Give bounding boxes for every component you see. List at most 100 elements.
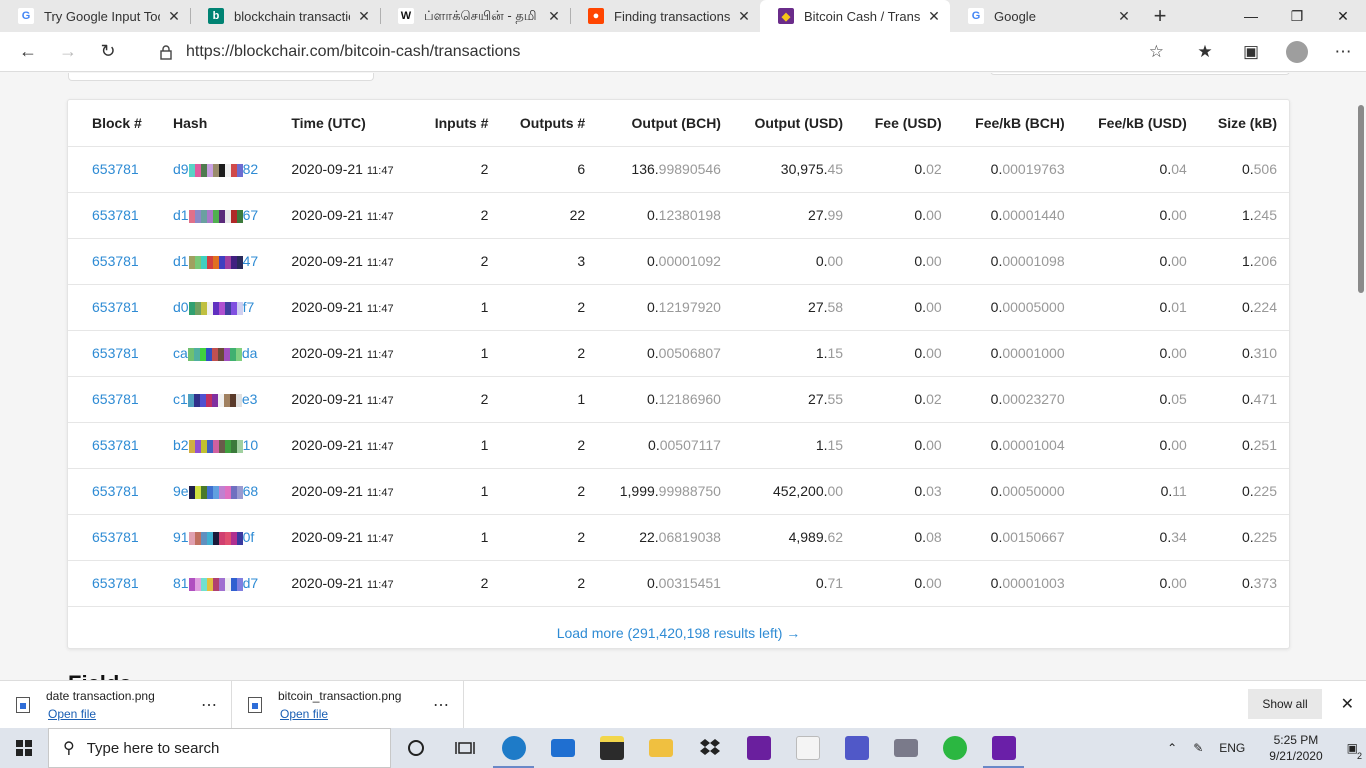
- close-tab-icon[interactable]: ✕: [1116, 8, 1132, 25]
- date-text: 2020-09-21: [291, 253, 363, 269]
- powerapps-icon[interactable]: [734, 728, 783, 768]
- column-header[interactable]: Time (UTC): [279, 100, 417, 147]
- cortana-icon[interactable]: [391, 728, 440, 768]
- camera-icon[interactable]: [881, 728, 930, 768]
- page-content: Block # Hash Time (UTC) Inputs # Outputs # Ou…: [0, 73, 1356, 680]
- minimize-button[interactable]: —: [1228, 0, 1274, 32]
- show-all-downloads-button[interactable]: Show all: [1248, 689, 1322, 719]
- hash-link[interactable]: d0 f7: [173, 299, 254, 315]
- hash-suffix: 0f: [242, 529, 255, 545]
- browser-tab[interactable]: ◆ Bitcoin Cash / Transactio ✕: [760, 0, 950, 32]
- size-cell-decimals: 373: [1253, 575, 1277, 591]
- block-cell: 653781: [68, 468, 162, 515]
- hash-link[interactable]: d1 67: [173, 207, 258, 223]
- date-text: 2020-09-21: [291, 391, 363, 407]
- hash-link[interactable]: b2 10: [173, 437, 258, 453]
- maximize-button[interactable]: ❐: [1274, 0, 1320, 32]
- forward-button[interactable]: →: [48, 32, 88, 72]
- refresh-button[interactable]: ↻: [88, 32, 128, 72]
- dropbox-icon[interactable]: [685, 728, 734, 768]
- hash-link[interactable]: 9e 68: [173, 483, 258, 499]
- file-explorer-icon[interactable]: [636, 728, 685, 768]
- browser-tab[interactable]: G Google ✕: [950, 0, 1140, 32]
- task-view-icon[interactable]: [440, 728, 489, 768]
- hash-link[interactable]: c1 e3: [173, 391, 257, 407]
- purple-app-icon[interactable]: [979, 728, 1028, 768]
- whatsapp-icon[interactable]: [930, 728, 979, 768]
- column-header[interactable]: Size (kB): [1198, 100, 1289, 147]
- show-hidden-icons-icon[interactable]: ⌃: [1159, 741, 1185, 755]
- close-tab-icon[interactable]: ✕: [546, 8, 562, 25]
- close-tab-icon[interactable]: ✕: [356, 8, 372, 25]
- fee-kb-bch-cell: 0.00005000: [953, 284, 1077, 331]
- column-header[interactable]: Block #: [68, 100, 162, 147]
- column-header[interactable]: Outputs #: [500, 100, 598, 147]
- block-link[interactable]: 653781: [92, 161, 139, 177]
- address-bar[interactable]: https://blockchair.com/bitcoin-cash/tran…: [146, 36, 1176, 68]
- date-text: 2020-09-21: [291, 161, 363, 177]
- time-text: 11:47: [366, 395, 394, 407]
- column-header[interactable]: Output (USD): [732, 100, 856, 147]
- block-link[interactable]: 653781: [92, 207, 139, 223]
- column-header[interactable]: Fee/kB (BCH): [953, 100, 1077, 147]
- hash-link[interactable]: d1 47: [173, 253, 258, 269]
- favorites-icon[interactable]: ★: [1182, 42, 1228, 62]
- close-tab-icon[interactable]: ✕: [926, 8, 942, 25]
- browser-tab[interactable]: G Try Google Input Tools ✕: [0, 0, 190, 32]
- clock[interactable]: 5:25 PM 9/21/2020: [1253, 732, 1338, 764]
- block-link[interactable]: 653781: [92, 437, 139, 453]
- block-link[interactable]: 653781: [92, 483, 139, 499]
- pen-icon[interactable]: ✎: [1185, 741, 1211, 755]
- notification-center-icon[interactable]: ▣ 2: [1339, 741, 1366, 761]
- close-tab-icon[interactable]: ✕: [166, 8, 182, 25]
- block-link[interactable]: 653781: [92, 575, 139, 591]
- hash-link[interactable]: ca da: [173, 345, 257, 361]
- favorite-star-icon[interactable]: ☆: [1149, 42, 1164, 62]
- column-header[interactable]: Inputs #: [416, 100, 501, 147]
- teams-icon[interactable]: [832, 728, 881, 768]
- settings-more-icon[interactable]: ⋯: [1320, 42, 1366, 62]
- block-link[interactable]: 653781: [92, 529, 139, 545]
- open-file-link[interactable]: Open file: [48, 707, 155, 721]
- browser-tab[interactable]: W ப்ளாக்செயின் - தமி ✕: [380, 0, 570, 32]
- sticky-notes-icon[interactable]: [587, 728, 636, 768]
- window-controls: — ❐ ✕: [1228, 0, 1366, 32]
- close-window-button[interactable]: ✕: [1320, 0, 1366, 32]
- page-scrollbar[interactable]: [1356, 73, 1366, 680]
- mail-icon[interactable]: [538, 728, 587, 768]
- hash-link[interactable]: 91 0f: [173, 529, 254, 545]
- close-download-bar-icon[interactable]: ✕: [1341, 694, 1354, 714]
- close-tab-icon[interactable]: ✕: [736, 8, 752, 25]
- block-link[interactable]: 653781: [92, 253, 139, 269]
- block-link[interactable]: 653781: [92, 299, 139, 315]
- collections-icon[interactable]: ▣: [1228, 42, 1274, 62]
- block-link[interactable]: 653781: [92, 391, 139, 407]
- column-header[interactable]: Fee (USD): [855, 100, 954, 147]
- block-link[interactable]: 653781: [92, 345, 139, 361]
- table-row: 653781 b2 10 2020-09-21 11:47 1 2 0.00507117 1.…: [68, 422, 1289, 469]
- profile-avatar[interactable]: [1286, 41, 1308, 63]
- download-more-icon[interactable]: ⋯: [201, 695, 217, 715]
- column-header[interactable]: Fee/kB (USD): [1076, 100, 1199, 147]
- new-tab-button[interactable]: +: [1140, 0, 1180, 32]
- back-button[interactable]: ←: [8, 32, 48, 72]
- edge-browser-icon[interactable]: [489, 728, 538, 768]
- scrollbar-thumb[interactable]: [1358, 105, 1364, 293]
- hash-link[interactable]: d9 82: [173, 161, 258, 177]
- output-bch-cell: 0.00507117: [597, 422, 733, 469]
- start-button[interactable]: [0, 728, 48, 768]
- browser-tab[interactable]: b blockchain transaction ✕: [190, 0, 380, 32]
- download-more-icon[interactable]: ⋯: [433, 695, 449, 715]
- table-header-row: Block # Hash Time (UTC) Inputs # Outputs # Ou…: [68, 100, 1289, 147]
- taskbar-search-box[interactable]: ⚲ Type here to search: [48, 728, 391, 768]
- fee-usd-cell: 0.08: [855, 514, 954, 561]
- column-header[interactable]: Output (BCH): [597, 100, 733, 147]
- column-header[interactable]: Hash: [161, 100, 280, 147]
- load-more-link[interactable]: Load more (291,420,198 results left) →: [557, 625, 801, 641]
- browser-tab[interactable]: ● Finding transactions on ✕: [570, 0, 760, 32]
- hash-link[interactable]: 81 d7: [173, 575, 258, 591]
- time-text: 11:47: [366, 165, 394, 177]
- open-file-link[interactable]: Open file: [280, 707, 401, 721]
- document-viewer-icon[interactable]: [783, 728, 832, 768]
- language-indicator[interactable]: ENG: [1211, 741, 1253, 755]
